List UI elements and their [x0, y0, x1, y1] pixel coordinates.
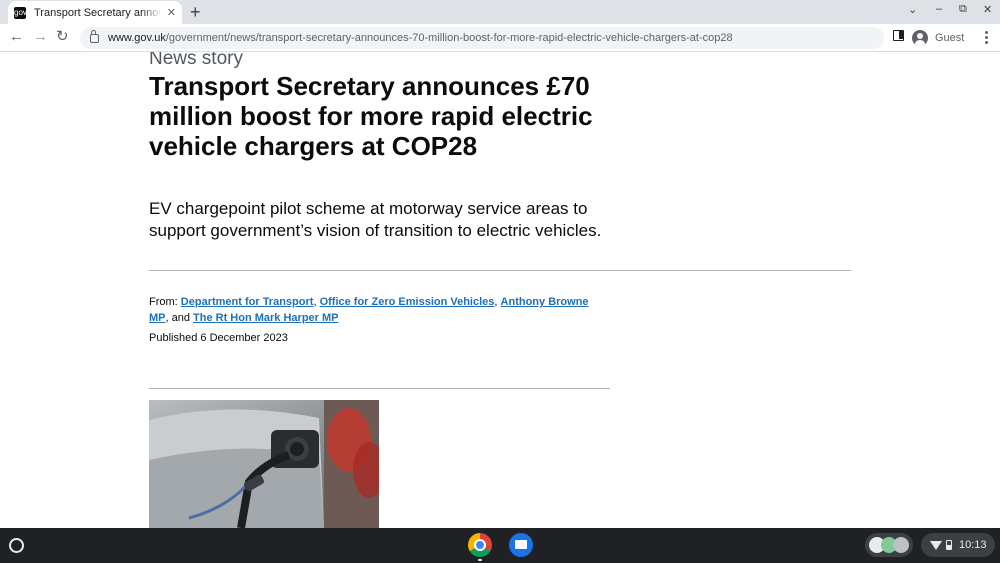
tab-title: Transport Secretary announces £70 millio… — [34, 6, 161, 19]
url-text[interactable]: www.gov.uk/government/news/transport-sec… — [108, 32, 733, 44]
published-label: Published — [149, 332, 198, 344]
lock-icon[interactable] — [90, 29, 99, 43]
holding-space-tray[interactable] — [865, 533, 913, 557]
tab-strip: gov Transport Secretary announces £70 mi… — [0, 0, 1000, 24]
ev-charging-photo — [149, 400, 379, 528]
published-date: Published 6 December 2023 — [149, 332, 288, 344]
article-summary: EV chargepoint pilot scheme at motorway … — [149, 199, 602, 240]
browser-tab[interactable]: gov Transport Secretary announces £70 mi… — [8, 1, 182, 24]
wifi-icon — [930, 540, 942, 550]
tab-close-icon[interactable]: ✕ — [167, 6, 176, 19]
chrome-icon[interactable] — [468, 533, 492, 557]
published-value: 6 December 2023 — [200, 332, 288, 344]
system-shelf: 10:13 — [0, 528, 1000, 563]
files-icon[interactable] — [509, 533, 533, 557]
guest-avatar-icon — [912, 30, 928, 46]
from-organisations: From: Department for Transport, Office f… — [149, 294, 599, 326]
tab-search-icon[interactable]: ⌄ — [908, 3, 917, 16]
status-area[interactable]: 10:13 — [921, 533, 995, 557]
battery-icon — [946, 540, 952, 550]
separator: , and — [165, 312, 190, 324]
clock: 10:13 — [959, 539, 987, 551]
separator: , — [494, 296, 498, 308]
holding-thumbnail-icon — [893, 537, 909, 553]
divider — [149, 388, 610, 389]
launcher-icon[interactable] — [9, 538, 24, 553]
running-indicator — [478, 559, 482, 561]
profile-button[interactable]: Guest — [912, 27, 964, 49]
page-title: Transport Secretary announces £70 millio… — [149, 71, 593, 161]
from-label: From: — [149, 296, 178, 308]
page-content: News story Transport Secretary announces… — [0, 52, 1000, 528]
page-caption: News story — [149, 52, 243, 69]
close-window-button[interactable]: ✕ — [983, 3, 992, 16]
new-tab-button[interactable]: + — [190, 2, 201, 22]
org-link-mark-harper[interactable]: The Rt Hon Mark Harper MP — [193, 312, 338, 324]
url-path: /government/news/transport-secretary-ann… — [165, 32, 733, 44]
ev-charging-illustration — [149, 400, 379, 528]
forward-button[interactable]: → — [33, 28, 48, 46]
more-menu-icon[interactable] — [978, 30, 994, 46]
browser-toolbar: ← → ↻ www.gov.uk/government/news/transpo… — [0, 24, 1000, 52]
govuk-favicon-icon: gov — [14, 6, 27, 19]
profile-label: Guest — [935, 32, 965, 44]
back-button[interactable]: ← — [9, 28, 24, 46]
org-link-dft[interactable]: Department for Transport — [181, 296, 314, 308]
org-link-ozev[interactable]: Office for Zero Emission Vehicles — [320, 296, 495, 308]
address-bar[interactable]: www.gov.uk/government/news/transport-sec… — [80, 27, 884, 49]
separator: , — [313, 296, 317, 308]
minimize-button[interactable]: – — [936, 3, 942, 15]
side-panel-icon[interactable] — [893, 30, 904, 41]
restore-button[interactable]: ⧉ — [959, 3, 967, 16]
url-host: www.gov.uk — [108, 32, 166, 44]
divider — [149, 270, 851, 271]
reload-button[interactable]: ↻ — [56, 28, 69, 46]
